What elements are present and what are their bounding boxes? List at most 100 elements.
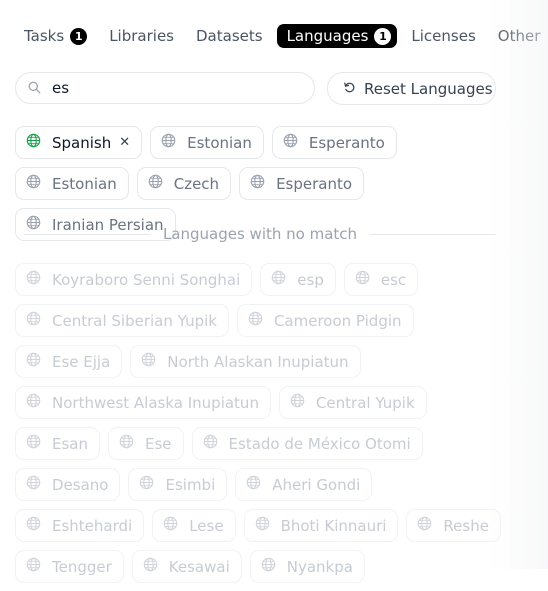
language-label: Ese Ejja xyxy=(52,352,111,371)
language-chip: Estado de México Otomi xyxy=(191,427,423,460)
language-label: North Alaskan Inupiatun xyxy=(167,352,349,371)
language-chip: Eshtehardi xyxy=(15,509,145,542)
language-chip: Central Siberian Yupik xyxy=(15,304,229,337)
language-label: Esan xyxy=(52,434,88,453)
reset-icon xyxy=(343,80,364,98)
language-label: Kesawai xyxy=(168,557,230,576)
divider-line xyxy=(24,233,150,235)
language-chip: Desano xyxy=(15,468,121,501)
language-label: Eshtehardi xyxy=(52,516,133,535)
language-label: Ese xyxy=(145,434,172,453)
globe-icon xyxy=(148,174,174,193)
language-label: Tengger xyxy=(52,557,112,576)
no-match-heading: Languages with no match xyxy=(162,225,358,243)
language-label: Czech xyxy=(173,174,220,193)
language-label: Esimbi xyxy=(165,475,216,494)
tab-libraries[interactable]: Libraries xyxy=(101,24,182,48)
globe-icon xyxy=(250,174,276,193)
language-label: esp xyxy=(297,270,324,289)
language-label: Esperanto xyxy=(276,174,353,193)
language-chip[interactable]: Esperanto xyxy=(271,126,397,159)
tab-label: Tasks xyxy=(24,27,65,45)
globe-icon xyxy=(161,133,187,152)
tab-languages[interactable]: Languages 1 xyxy=(276,24,398,48)
language-chip: Nyankpa xyxy=(249,550,365,583)
language-chip[interactable]: Estonian xyxy=(150,126,264,159)
globe-icon xyxy=(119,434,145,453)
globe-icon xyxy=(26,133,52,152)
language-chip[interactable]: Esperanto xyxy=(239,167,365,200)
globe-icon xyxy=(283,133,309,152)
globe-icon xyxy=(203,434,229,453)
language-chip: Kesawai xyxy=(131,550,242,583)
search-icon xyxy=(28,79,41,98)
language-chip: North Alaskan Inupiatun xyxy=(130,345,361,378)
globe-icon xyxy=(271,270,297,289)
language-chip[interactable]: Spanish ✕ xyxy=(15,126,143,159)
globe-icon xyxy=(26,516,52,535)
tab-label: Licenses xyxy=(411,27,476,45)
globe-icon xyxy=(26,393,52,412)
language-chip: Central Yupik xyxy=(278,386,427,419)
language-chip: Ese xyxy=(108,427,184,460)
globe-icon xyxy=(141,352,167,371)
tab-label: Languages xyxy=(286,27,369,45)
language-chip: esp xyxy=(260,263,336,296)
reset-label: Reset Languages xyxy=(364,79,493,98)
language-label: Bhoti Kinnauri xyxy=(280,516,387,535)
tab-count-badge: 1 xyxy=(374,27,392,45)
language-label: Estado de México Otomi xyxy=(228,434,411,453)
language-chip: Esan xyxy=(15,427,100,460)
language-chip: Ese Ejja xyxy=(15,345,123,378)
tab-count-badge: 1 xyxy=(70,27,88,45)
language-chip: Esimbi xyxy=(128,468,228,501)
language-chip: Cameroon Pidgin xyxy=(236,304,414,337)
language-label: Cameroon Pidgin xyxy=(273,311,402,330)
language-label: Desano xyxy=(52,475,109,494)
language-label: Central Yupik xyxy=(315,393,415,412)
globe-icon xyxy=(248,311,274,330)
language-chip: Koyraboro Senni Songhai xyxy=(15,263,253,296)
tab-other[interactable]: Other xyxy=(490,24,548,48)
globe-icon xyxy=(290,393,316,412)
unmatched-languages-list: Koyraboro Senni Songhai esp esc Central Sib… xyxy=(15,263,515,591)
globe-icon xyxy=(26,475,52,494)
globe-icon xyxy=(26,174,52,193)
language-label: Northwest Alaska Inupiatun xyxy=(52,393,259,412)
globe-icon xyxy=(255,516,281,535)
globe-icon xyxy=(163,516,189,535)
reset-languages-button[interactable]: Reset Languages xyxy=(327,72,496,105)
language-label: Koyraboro Senni Songhai xyxy=(52,270,241,289)
tab-tasks[interactable]: Tasks 1 xyxy=(16,24,95,48)
language-chip: Lese xyxy=(152,509,236,542)
language-search-field[interactable] xyxy=(15,72,315,104)
search-input[interactable] xyxy=(50,78,294,98)
language-label: Estonian xyxy=(52,174,117,193)
language-chip: Bhoti Kinnauri xyxy=(243,509,399,542)
language-chip[interactable]: Czech xyxy=(136,167,232,200)
language-label: Reshe xyxy=(443,516,489,535)
language-label: Estonian xyxy=(187,133,252,152)
globe-icon xyxy=(355,270,381,289)
language-chip: Aheri Gondi xyxy=(235,468,373,501)
divider-line xyxy=(370,233,496,235)
language-label: Lese xyxy=(189,516,224,535)
tab-licenses[interactable]: Licenses xyxy=(403,24,483,48)
globe-icon xyxy=(26,557,52,576)
tab-label: Datasets xyxy=(196,27,263,45)
language-label: Central Siberian Yupik xyxy=(52,311,217,330)
globe-icon xyxy=(26,270,52,289)
language-chip[interactable]: Estonian xyxy=(15,167,129,200)
remove-icon[interactable]: ✕ xyxy=(119,135,130,150)
language-chip: Tengger xyxy=(15,550,124,583)
globe-icon xyxy=(26,434,52,453)
globe-icon xyxy=(139,475,165,494)
language-chip: esc xyxy=(343,263,419,296)
tab-label: Other xyxy=(497,27,541,45)
globe-icon xyxy=(246,475,272,494)
tab-datasets[interactable]: Datasets xyxy=(188,24,271,48)
language-label: Spanish xyxy=(52,133,112,152)
globe-icon xyxy=(26,311,52,330)
filter-tabs: Tasks 1 Libraries Datasets Languages 1 L… xyxy=(16,24,548,48)
globe-icon xyxy=(143,557,169,576)
